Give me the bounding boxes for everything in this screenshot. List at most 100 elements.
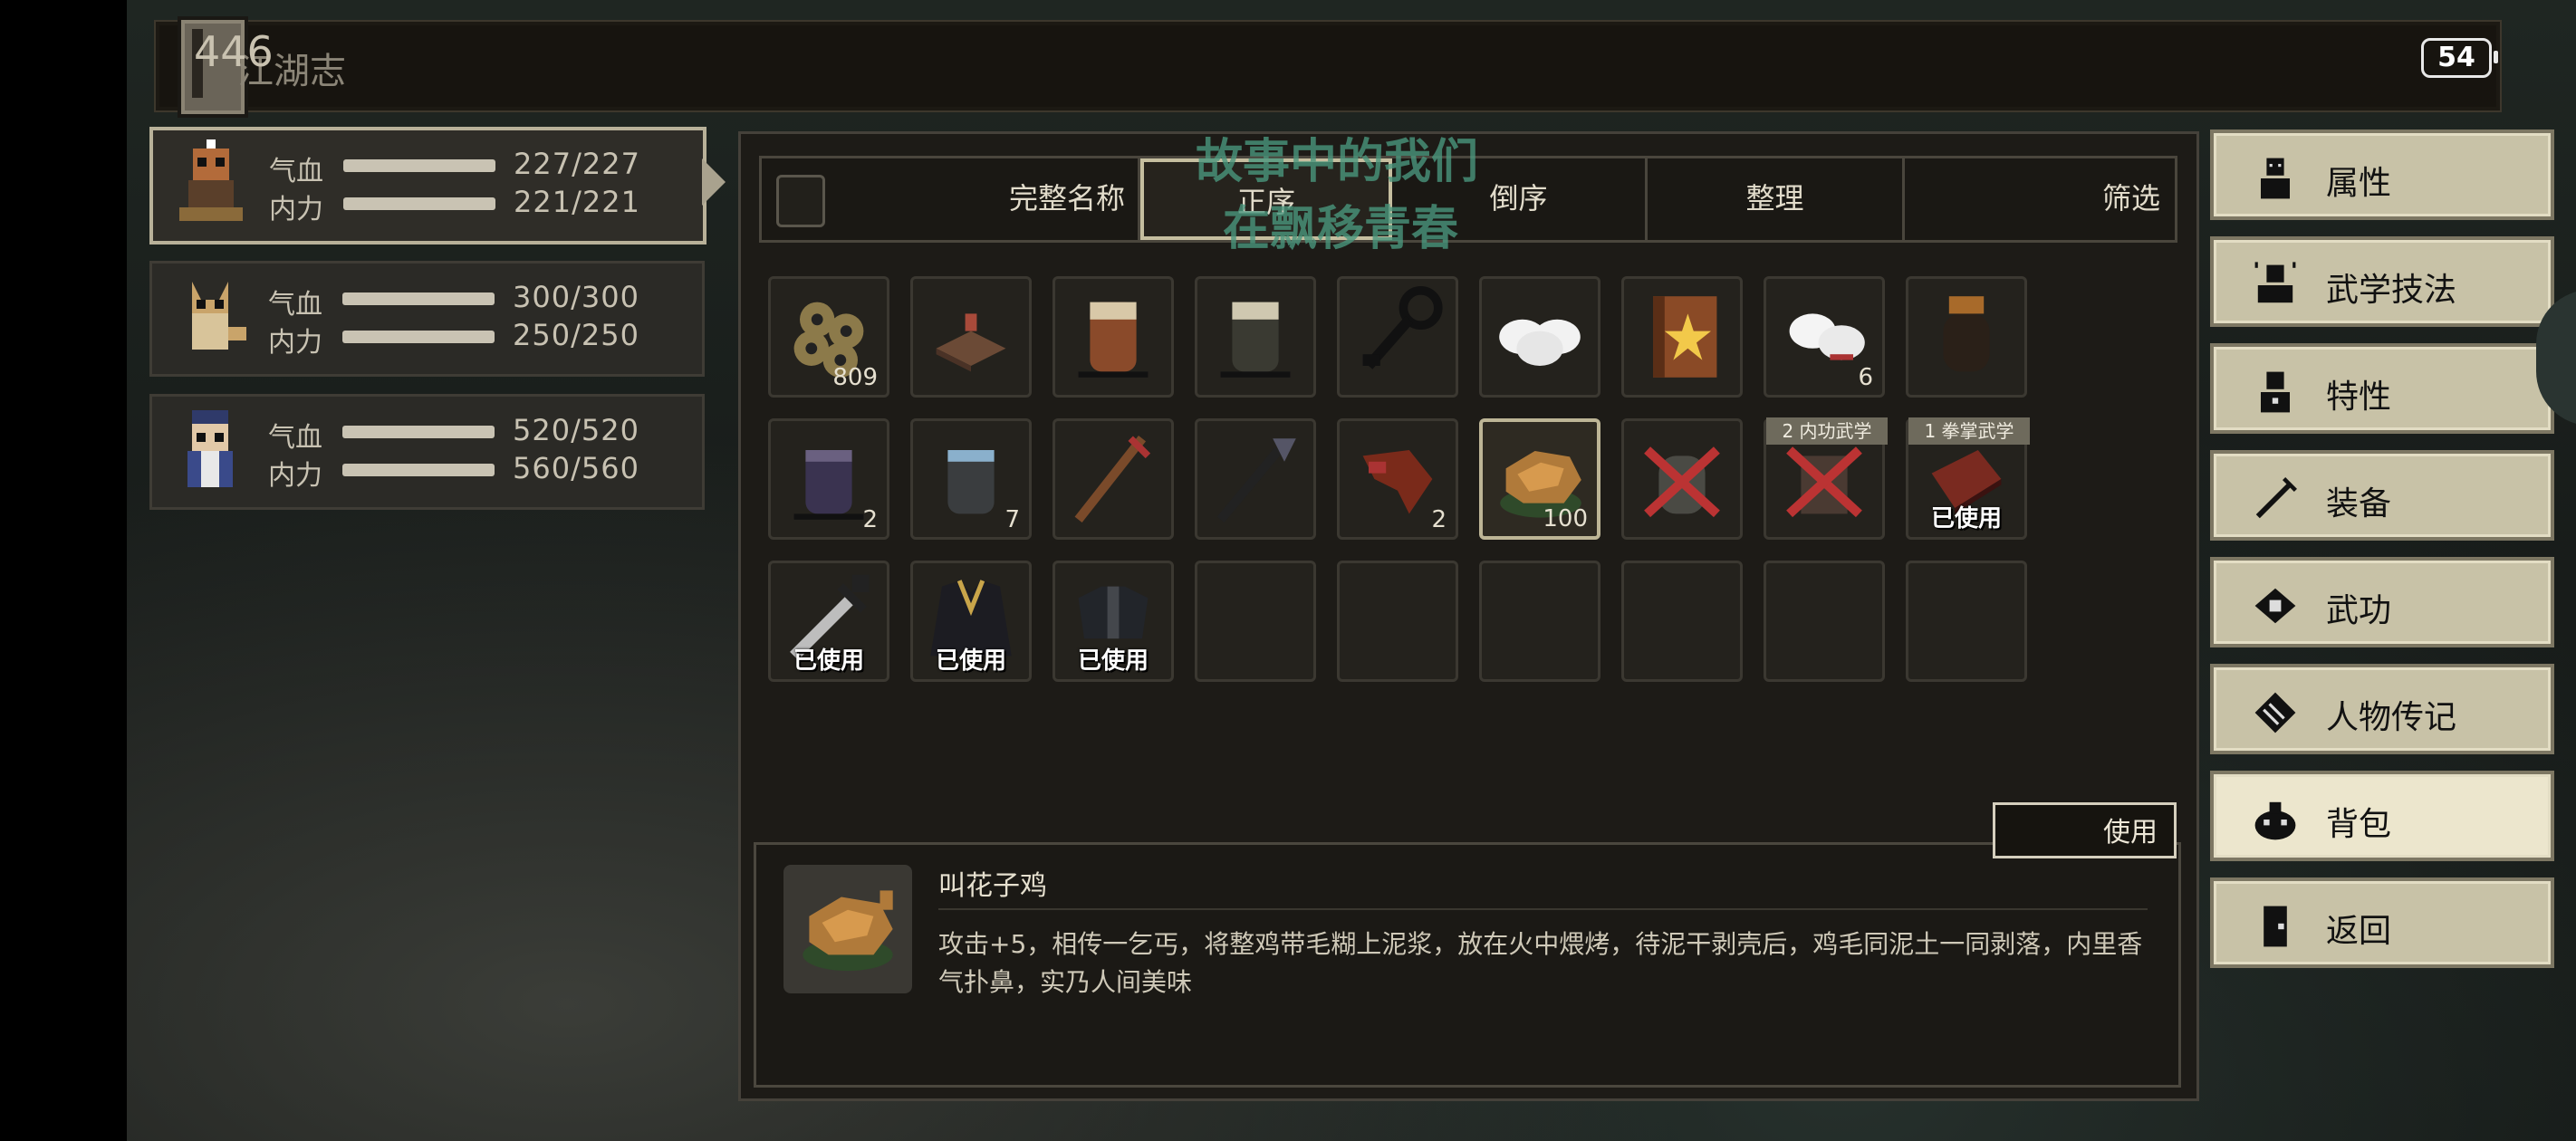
use-button[interactable]: 使用 — [1993, 802, 2177, 858]
item-count: 2 — [1431, 506, 1447, 533]
item-count: 100 — [1543, 505, 1588, 532]
hp-value: 300/300 — [513, 280, 639, 314]
empty-inventory-slot[interactable] — [1337, 561, 1458, 682]
tab-organize-label: 整理 — [1745, 181, 1804, 216]
menu-item[interactable]: 装备 — [2210, 450, 2554, 541]
inventory-slot[interactable] — [1195, 276, 1316, 398]
menu-item[interactable]: 武功 — [2210, 557, 2554, 647]
inventory-slot[interactable] — [1479, 276, 1600, 398]
tab-full-name-label: 完整名称 — [1008, 181, 1125, 216]
menu-item-label: 装备 — [2326, 485, 2392, 523]
tab-filter[interactable]: 筛选 — [1905, 158, 2169, 240]
top-bar — [154, 20, 2502, 112]
inventory-slot[interactable]: 已使用 — [768, 561, 889, 682]
menu-item-label: 人物传记 — [2326, 699, 2457, 736]
inventory-slot[interactable]: 1 拳掌武学 已使用 — [1906, 417, 2030, 540]
party-member-3[interactable]: 气血 520/520 内力 560/560 — [149, 394, 705, 510]
empty-inventory-slot[interactable] — [1195, 561, 1316, 682]
used-badge: 已使用 — [1077, 647, 1149, 675]
empty-inventory-slot[interactable] — [1906, 561, 2027, 682]
swordsman-portrait-icon — [187, 410, 233, 487]
roast-chicken-icon — [783, 865, 912, 993]
spear-icon — [1216, 438, 1296, 523]
inventory-slot[interactable]: 已使用 — [910, 561, 1032, 682]
staff-icon — [1074, 436, 1151, 523]
mp-bar — [342, 464, 495, 476]
scroll-icon — [2254, 692, 2296, 734]
mp-bar — [342, 331, 495, 343]
manual-icon — [2254, 588, 2296, 624]
hp-value: 227/227 — [514, 147, 640, 181]
inventory-slot[interactable] — [1621, 276, 1743, 398]
inventory-slot[interactable]: 2 — [1337, 418, 1458, 540]
left-letterbox — [0, 0, 127, 1141]
cake-icon — [936, 313, 1006, 372]
mp-label: 内力 — [268, 460, 322, 492]
battery-indicator: 54 — [2421, 38, 2498, 78]
empty-inventory-slot[interactable] — [1764, 561, 1885, 682]
full-name-checkbox[interactable] — [776, 175, 825, 227]
mp-value: 560/560 — [513, 451, 639, 485]
item-name: 叫花子鸡 — [938, 870, 1047, 902]
fox-portrait-icon — [192, 282, 246, 350]
inventory-slot[interactable]: 7 — [910, 418, 1032, 540]
inventory-slot[interactable] — [1337, 276, 1458, 398]
hero-portrait-icon — [179, 139, 243, 221]
detail-divider — [938, 908, 2148, 910]
key-icon — [1362, 286, 1443, 369]
mp-label: 内力 — [268, 327, 322, 359]
menu-item[interactable]: 特性 — [2210, 343, 2554, 434]
inventory-slot[interactable] — [1621, 418, 1743, 540]
inventory-slot[interactable] — [1053, 276, 1174, 398]
watermark-line-1: 故事中的我们 — [1196, 135, 1479, 189]
used-badge: 已使用 — [935, 647, 1006, 675]
party-member-2[interactable]: 气血 300/300 内力 250/250 — [149, 261, 705, 377]
used-badge: 已使用 — [793, 647, 864, 675]
inventory-slot[interactable]: 已使用 — [1053, 561, 1174, 682]
tea-jar-icon — [1220, 302, 1291, 378]
inventory-slot[interactable] — [910, 276, 1032, 398]
door-icon — [2264, 906, 2287, 947]
inventory-slot[interactable]: 2 — [768, 418, 889, 540]
menu-item[interactable]: 背包 — [2210, 771, 2554, 861]
rice-balls-icon — [1499, 319, 1581, 366]
tab-full-name[interactable]: 完整名称 — [762, 158, 1140, 240]
menu-item-label: 特性 — [2326, 379, 2392, 416]
party-member-1[interactable]: 气血 227/227 内力 221/221 — [149, 127, 706, 244]
inventory-slot[interactable]: 6 — [1764, 276, 1885, 398]
menu-item-label: 属性 — [2326, 165, 2392, 202]
mp-value: 250/250 — [513, 318, 639, 352]
menu-item[interactable]: 人物传记 — [2210, 664, 2554, 754]
item-description: 攻击+5，相传一乞丐，将整鸡带毛糊上泥浆，放在火中煨烤，待泥干剥壳后，鸡毛同泥土… — [938, 929, 2143, 997]
inventory-slot[interactable] — [1195, 418, 1316, 540]
hp-label: 气血 — [268, 422, 322, 454]
score-counter: 446 — [194, 27, 274, 76]
pot-icon — [1943, 296, 1990, 372]
tab-organize[interactable]: 整理 — [1648, 158, 1905, 240]
item-category-tag: 2 内功武学 — [1766, 417, 1888, 445]
inventory-slot[interactable]: 2 内功武学 — [1764, 417, 1888, 540]
inventory-slot[interactable]: 100 — [1479, 418, 1600, 540]
person-icon — [2261, 158, 2290, 199]
meditation-icon — [2254, 262, 2296, 303]
wine-jar-icon — [1078, 302, 1149, 378]
selected-member-arrow-icon — [702, 158, 726, 206]
inventory-slot[interactable] — [1906, 276, 2027, 398]
item-count: 7 — [1004, 506, 1020, 533]
sealed-jar-icon — [1644, 446, 1720, 518]
mp-value: 221/221 — [514, 185, 640, 219]
hp-value: 520/520 — [513, 413, 639, 447]
menu-item[interactable]: 武学技法 — [2210, 236, 2554, 327]
mp-label: 内力 — [269, 194, 323, 225]
empty-inventory-slot[interactable] — [1621, 561, 1743, 682]
menu-item[interactable]: 属性 — [2210, 129, 2554, 220]
menu-item[interactable]: 返回 — [2210, 877, 2554, 968]
inventory-slot[interactable]: 809 — [768, 276, 889, 398]
sword-icon — [2255, 477, 2297, 519]
inventory-slot[interactable] — [1053, 418, 1174, 540]
menu-item-label: 武功 — [2326, 592, 2392, 629]
empty-inventory-slot[interactable] — [1479, 561, 1600, 682]
manual-star-icon — [1653, 296, 1717, 378]
menu-item-label: 返回 — [2326, 913, 2392, 950]
used-badge: 已使用 — [1930, 505, 2002, 532]
